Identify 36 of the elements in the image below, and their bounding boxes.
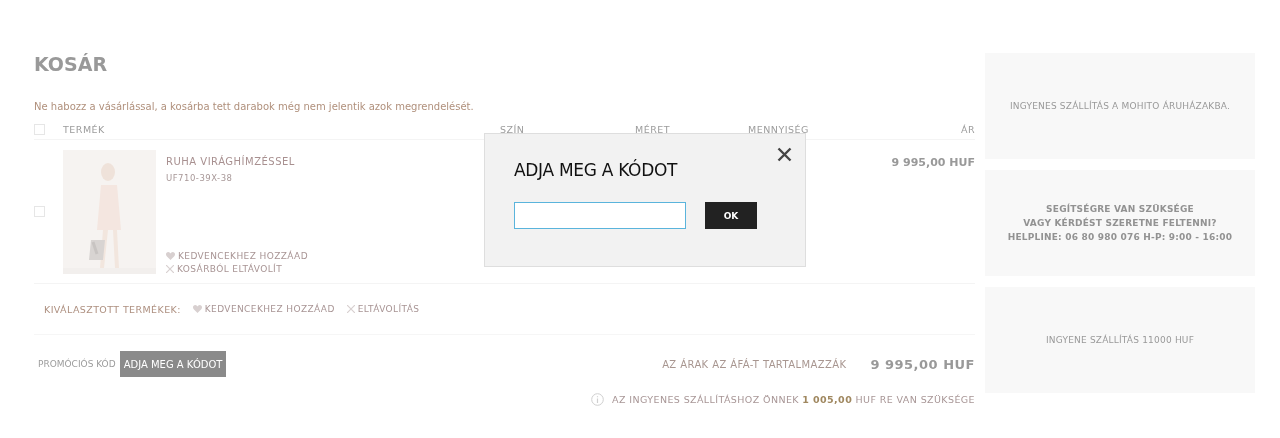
product-price: 9 995,00 HUF [891, 156, 975, 169]
column-header: MENNYISÉG [748, 123, 809, 135]
remove-link[interactable]: KOSÁRBÓL ELTÁVOLÍT [166, 263, 283, 274]
code-input-field[interactable] [514, 202, 686, 229]
add-to-favorites-link[interactable]: KEDVENCEKHEZ HOZZÁAD [192, 304, 335, 314]
checkbox[interactable] [34, 206, 45, 217]
free-shipping-note: AZ INGYENES SZÁLLÍTÁSHOZ ÖNNEK 1 005,00 HUF RE VAN SZÜKSÉGE [612, 394, 975, 405]
dialog-title: ADJA MEG A KÓDOT [514, 160, 678, 180]
column-header: SZÍN [500, 123, 525, 135]
column-header: MÉRET [635, 123, 671, 135]
ok-button[interactable]: OK [705, 202, 757, 229]
page-title: KOSÁR [34, 53, 108, 75]
enter-code-button[interactable]: ADJA MEG A KÓDOT [119, 351, 227, 377]
total-price: 9 995,00 HUF [870, 356, 975, 372]
info-icon [591, 393, 605, 406]
banner-text: INGYENES SZÁLLÍTÁS A MOHITO ÁRUHÁZAKBA. [1009, 99, 1231, 113]
remove-link[interactable]: ELTÁVOLÍTÁS [346, 304, 420, 314]
heart-icon [192, 305, 202, 313]
checkbox[interactable] [34, 123, 45, 135]
notice-text: Ne habozz a vásárlással, a kosárba tett darabok még nem jelentik azok megrendelését. [34, 101, 474, 112]
close-icon[interactable] [777, 147, 792, 162]
product-code: UF710-39X-38 [166, 172, 234, 183]
column-header: ÁR [960, 123, 975, 135]
column-header: TERMÉK [63, 123, 105, 135]
banner-text: VAGY KÉRDÉST SZERETNE FELTENNI? [1023, 216, 1217, 230]
selected-products-label: KIVÁLASZTOTT TERMÉKEK: [44, 303, 181, 315]
heart-icon [166, 251, 175, 260]
promo-code-label: PROMÓCIÓS KÓD [37, 359, 117, 369]
close-icon [166, 264, 174, 273]
banner-text: INGYENE SZÁLLÍTÁS 11000 HUF [1045, 333, 1194, 347]
product-name: RUHA VIRÁGHÍMZÉSSEL [166, 155, 296, 167]
vat-note: AZ ÁRAK AZ ÁFÁ-T TARTALMAZZÁK [661, 358, 848, 370]
close-icon [346, 305, 355, 313]
add-to-favorites-link[interactable]: KEDVENCEKHEZ HOZZÁAD [166, 250, 308, 261]
banner-text: HELPLINE: 06 80 980 076 H-P: 9:00 - 16:00 [1007, 231, 1233, 244]
banner-text: SEGÍTSÉGRE VAN SZÜKSÉGE [1046, 202, 1194, 216]
